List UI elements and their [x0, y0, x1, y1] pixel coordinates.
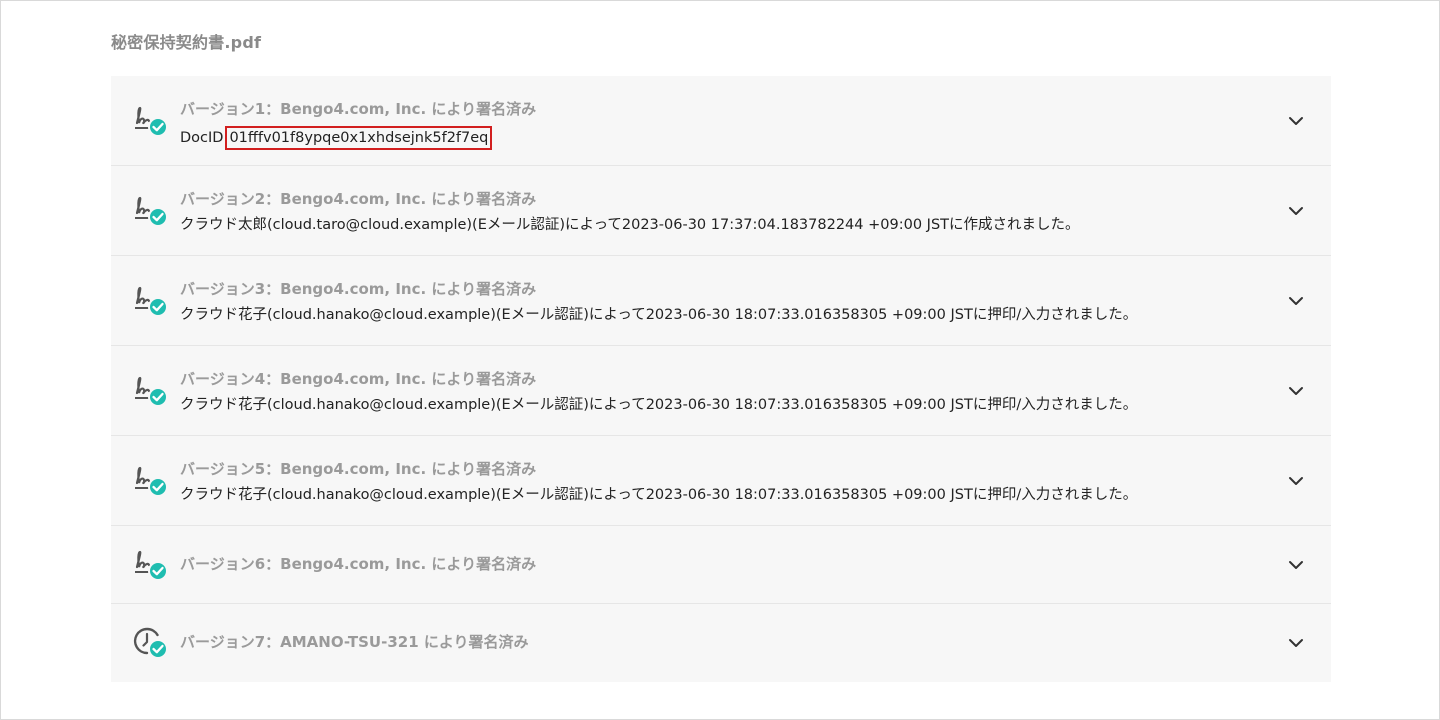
version-label: バージョン3：Bengo4.com, Inc. により署名済み [180, 280, 537, 298]
version-label: バージョン4：Bengo4.com, Inc. により署名済み [180, 370, 537, 388]
version-row-6[interactable]: バージョン6：Bengo4.com, Inc. により署名済み [111, 526, 1331, 604]
chevron-down-icon[interactable] [1287, 556, 1305, 574]
version-list: バージョン1：Bengo4.com, Inc. により署名済み DocID 01f… [111, 76, 1331, 682]
version-label: バージョン6：Bengo4.com, Inc. により署名済み [180, 555, 537, 573]
version-row-2[interactable]: バージョン2：Bengo4.com, Inc. により署名済み クラウド太郎(c… [111, 166, 1331, 256]
version-label: バージョン2：Bengo4.com, Inc. により署名済み [180, 190, 537, 208]
version-text: バージョン4：Bengo4.com, Inc. により署名済み クラウド花子(c… [180, 370, 1137, 414]
version-text: バージョン5：Bengo4.com, Inc. により署名済み クラウド花子(c… [180, 460, 1137, 504]
version-row-3[interactable]: バージョン3：Bengo4.com, Inc. により署名済み クラウド花子(c… [111, 256, 1331, 346]
chevron-down-icon[interactable] [1287, 112, 1305, 130]
signature-verified-icon [133, 283, 169, 319]
chevron-down-icon[interactable] [1287, 202, 1305, 220]
version-row-1[interactable]: バージョン1：Bengo4.com, Inc. により署名済み DocID 01f… [111, 76, 1331, 166]
version-detail: クラウド花子(cloud.hanako@cloud.example)(Eメール認… [180, 487, 1138, 503]
version-label: バージョン1：Bengo4.com, Inc. により署名済み [180, 100, 537, 118]
version-row-7[interactable]: バージョン7：AMANO-TSU-321 により署名済み [111, 604, 1331, 682]
version-row-4[interactable]: バージョン4：Bengo4.com, Inc. により署名済み クラウド花子(c… [111, 346, 1331, 436]
document-title: 秘密保持契約書.pdf [111, 33, 262, 52]
version-text: バージョン2：Bengo4.com, Inc. により署名済み クラウド太郎(c… [180, 190, 1080, 234]
version-text: バージョン7：AMANO-TSU-321 により署名済み [180, 633, 529, 651]
chevron-down-icon[interactable] [1287, 292, 1305, 310]
docid-value: 01fffv01f8ypqe0x1xhdsejnk5f2f7eq [225, 126, 493, 150]
signature-verified-icon [133, 103, 169, 139]
signature-verified-icon [133, 373, 169, 409]
version-detail: クラウド太郎(cloud.taro@cloud.example)(Eメール認証)… [180, 217, 1080, 233]
version-label: バージョン7：AMANO-TSU-321 により署名済み [180, 633, 529, 651]
timestamp-verified-icon [133, 625, 169, 661]
version-text: バージョン3：Bengo4.com, Inc. により署名済み クラウド花子(c… [180, 280, 1137, 324]
signature-verified-icon [133, 193, 169, 229]
version-label: バージョン5：Bengo4.com, Inc. により署名済み [180, 460, 537, 478]
version-detail: クラウド花子(cloud.hanako@cloud.example)(Eメール認… [180, 307, 1138, 323]
version-row-5[interactable]: バージョン5：Bengo4.com, Inc. により署名済み クラウド花子(c… [111, 436, 1331, 526]
signature-verified-icon [133, 463, 169, 499]
chevron-down-icon[interactable] [1287, 634, 1305, 652]
signature-panel: 秘密保持契約書.pdf バージョン1：Bengo4.com, Inc. により署… [0, 0, 1440, 720]
chevron-down-icon[interactable] [1287, 472, 1305, 490]
signature-verified-icon [133, 547, 169, 583]
version-detail: DocID 01fffv01f8ypqe0x1xhdsejnk5f2f7eq [180, 126, 536, 150]
chevron-down-icon[interactable] [1287, 382, 1305, 400]
docid-label: DocID [180, 130, 224, 146]
version-text: バージョン6：Bengo4.com, Inc. により署名済み [180, 555, 536, 573]
version-text: バージョン1：Bengo4.com, Inc. により署名済み DocID 01f… [180, 100, 536, 150]
version-detail: クラウド花子(cloud.hanako@cloud.example)(Eメール認… [180, 397, 1138, 413]
